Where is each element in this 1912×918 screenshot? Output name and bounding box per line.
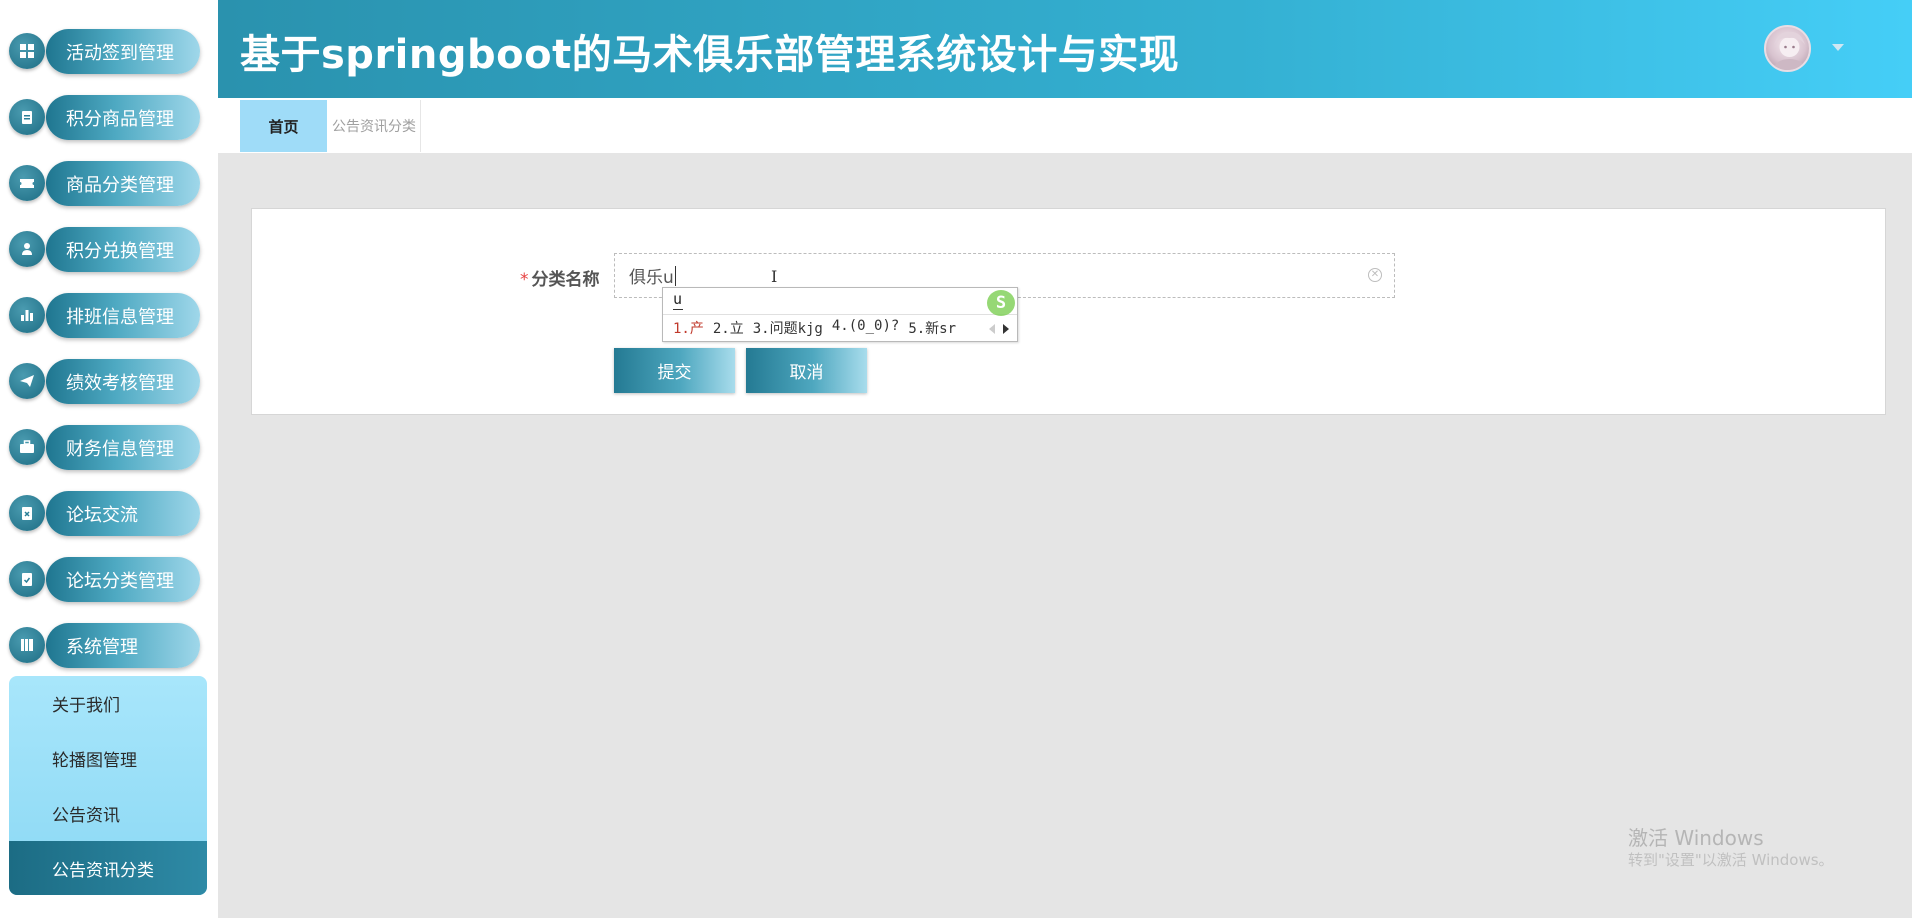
sidebar-item-system[interactable]: 系统管理 bbox=[9, 623, 200, 668]
sidebar-item-label: 论坛交流 bbox=[46, 491, 200, 536]
clear-icon[interactable]: ✕ bbox=[1368, 268, 1382, 282]
ime-candidate[interactable]: 3.问题kjg bbox=[753, 318, 823, 338]
sidebar-item-schedule[interactable]: 排班信息管理 bbox=[9, 293, 200, 338]
sidebar-item-points-exchange[interactable]: 积分兑换管理 bbox=[9, 227, 200, 272]
ime-divider bbox=[663, 314, 1017, 315]
sidebar-item-goods-category[interactable]: 商品分类管理 bbox=[9, 161, 200, 206]
ibeam-cursor-icon: I bbox=[771, 267, 778, 286]
activation-watermark-title: 激活 Windows bbox=[1628, 826, 1764, 850]
grid-icon bbox=[9, 33, 45, 69]
input-value: 俱乐u bbox=[629, 268, 674, 288]
briefcase-icon bbox=[9, 429, 45, 465]
ime-candidate[interactable]: 5.新sr bbox=[908, 318, 956, 338]
sidebar-item-label: 论坛分类管理 bbox=[46, 557, 200, 602]
ticket-icon bbox=[9, 165, 45, 201]
sidebar-item-forum-category[interactable]: 论坛分类管理 bbox=[9, 557, 200, 602]
chevron-down-icon[interactable] bbox=[1832, 44, 1844, 51]
activation-watermark-subtitle: 转到"设置"以激活 Windows。 bbox=[1628, 851, 1834, 869]
ime-candidates: 1.产 2.立 3.问题kjg 4.(0_0)? 5.新sr bbox=[673, 318, 956, 338]
sidebar-item-label: 排班信息管理 bbox=[46, 293, 200, 338]
sidebar-item-performance[interactable]: 绩效考核管理 bbox=[9, 359, 200, 404]
sidebar-item-forum[interactable]: 论坛交流 bbox=[9, 491, 200, 536]
submenu-item-news-category[interactable]: 公告资讯分类 bbox=[9, 841, 207, 895]
tab-news-category[interactable]: 公告资讯分类 bbox=[328, 100, 421, 152]
ime-candidate-window: u S 1.产 2.立 3.问题kjg 4.(0_0)? 5.新sr bbox=[662, 287, 1018, 342]
book-icon bbox=[9, 627, 45, 663]
ime-logo-icon: S bbox=[987, 290, 1015, 316]
user-icon bbox=[9, 231, 45, 267]
ime-candidate[interactable]: 1.产 bbox=[673, 318, 704, 338]
ime-candidate[interactable]: 2.立 bbox=[713, 318, 744, 338]
cancel-button[interactable]: 取消 bbox=[746, 348, 867, 393]
top-header: 基于springboot的马术俱乐部管理系统设计与实现 bbox=[218, 0, 1912, 98]
ime-composition-underline bbox=[673, 309, 683, 310]
bar-chart-icon bbox=[9, 297, 45, 333]
ime-candidate[interactable]: 4.(0_0)? bbox=[832, 318, 899, 338]
tab-bar: 首页 公告资讯分类 bbox=[218, 98, 1912, 153]
sidebar-item-points-goods[interactable]: 积分商品管理 bbox=[9, 95, 200, 140]
sidebar-item-label: 积分兑换管理 bbox=[46, 227, 200, 272]
avatar[interactable] bbox=[1764, 25, 1811, 72]
required-mark: * bbox=[520, 270, 529, 290]
submenu-item-about[interactable]: 关于我们 bbox=[9, 676, 207, 730]
category-name-label-text: 分类名称 bbox=[531, 270, 600, 290]
sidebar-item-label: 积分商品管理 bbox=[46, 95, 200, 140]
sidebar: 活动签到管理 积分商品管理 商品分类管理 积分兑换管理 排班信息管理 绩效考核管… bbox=[0, 0, 218, 918]
clipboard-x-icon bbox=[9, 495, 45, 531]
ime-next-page-icon[interactable] bbox=[1003, 324, 1009, 334]
form-card: * 分类名称 俱乐u ✕ I 提交 取消 bbox=[251, 208, 1886, 415]
sidebar-item-label: 财务信息管理 bbox=[46, 425, 200, 470]
page-title: 基于springboot的马术俱乐部管理系统设计与实现 bbox=[240, 32, 1180, 78]
submenu-item-news[interactable]: 公告资讯 bbox=[9, 786, 207, 840]
submit-button[interactable]: 提交 bbox=[614, 348, 735, 393]
ime-prev-page-icon[interactable] bbox=[989, 324, 995, 334]
sidebar-item-label: 系统管理 bbox=[46, 623, 200, 668]
system-submenu: 关于我们 轮播图管理 公告资讯 公告资讯分类 bbox=[9, 676, 207, 895]
ime-composition: u bbox=[673, 290, 683, 308]
sidebar-item-label: 活动签到管理 bbox=[46, 29, 200, 74]
clipboard-check-icon bbox=[9, 561, 45, 597]
sidebar-item-label: 商品分类管理 bbox=[46, 161, 200, 206]
sidebar-item-activity-signin[interactable]: 活动签到管理 bbox=[9, 29, 200, 74]
sidebar-item-finance[interactable]: 财务信息管理 bbox=[9, 425, 200, 470]
sidebar-item-label: 绩效考核管理 bbox=[46, 359, 200, 404]
text-caret bbox=[674, 265, 676, 286]
clipboard-icon bbox=[9, 99, 45, 135]
category-name-label: * 分类名称 bbox=[520, 265, 600, 290]
tab-home[interactable]: 首页 bbox=[240, 100, 327, 152]
paper-plane-icon bbox=[9, 363, 45, 399]
submenu-item-carousel[interactable]: 轮播图管理 bbox=[9, 731, 207, 785]
